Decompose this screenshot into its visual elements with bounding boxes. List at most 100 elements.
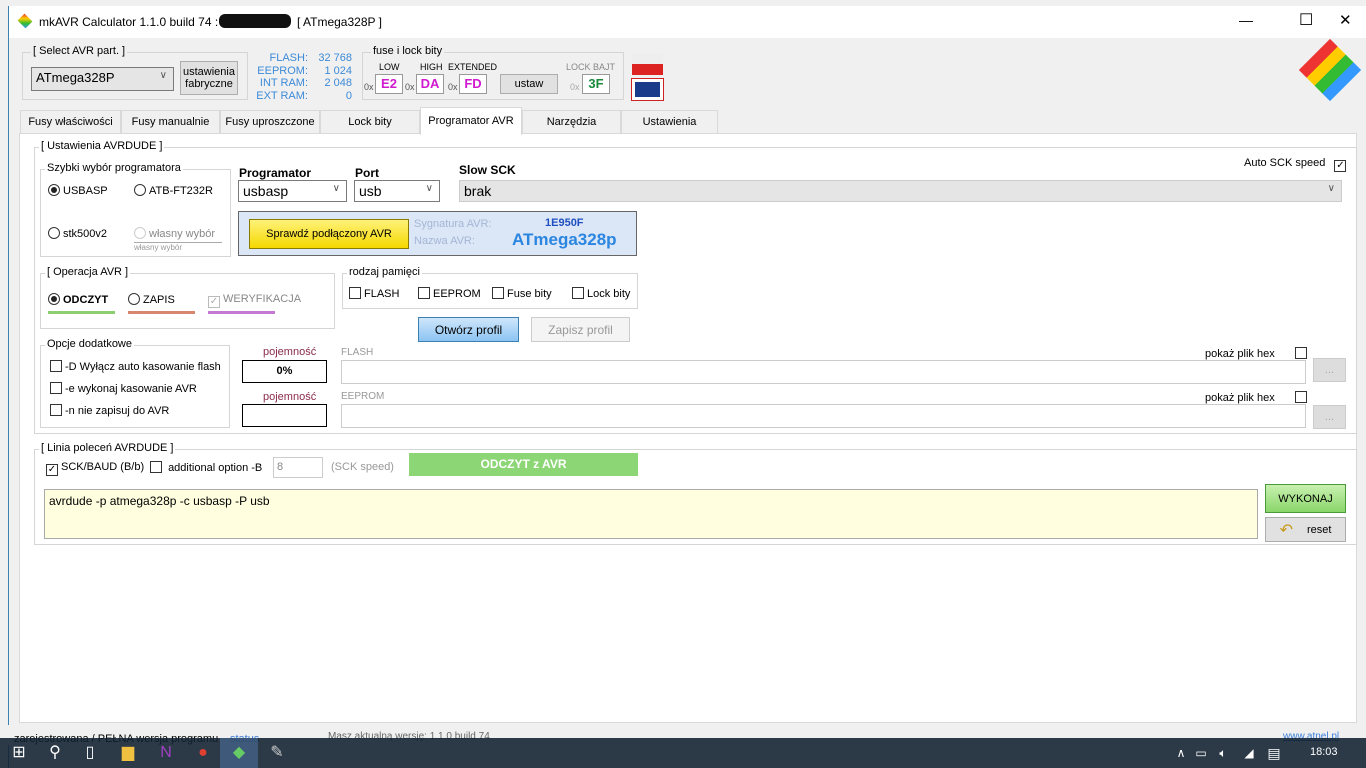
hex-prefix: 0x (364, 82, 374, 92)
search-icon[interactable]: ⚲ (44, 742, 66, 764)
save-profile-button: Zapisz profil (531, 317, 630, 342)
fuse-ext-field[interactable]: FD (459, 74, 487, 94)
radio-usbasp[interactable]: USBASP (48, 184, 108, 197)
avr-name-label: Nazwa AVR: (414, 235, 475, 247)
eeprom-file-field[interactable] (341, 404, 1306, 428)
radio-write[interactable]: ZAPIS (128, 293, 175, 306)
signature-value: 1E950F (545, 217, 584, 229)
hex-prefix: 0x (570, 82, 580, 92)
fuse-high-field[interactable]: DA (416, 74, 444, 94)
avr-part-select[interactable]: ATmega328P ∨ (31, 67, 174, 91)
show-hidden-icons-icon[interactable]: ∧ (1170, 742, 1192, 764)
factory-settings-button[interactable]: ustawienia fabryczne (180, 61, 238, 95)
low-label: LOW (379, 62, 400, 72)
chevron-down-icon: ∨ (159, 70, 167, 81)
programmer-select[interactable]: usbasp ∨ (238, 180, 347, 202)
hex-prefix: 0x (448, 82, 458, 92)
group-label: [ Operacja AVR ] (45, 266, 131, 278)
clock[interactable]: 18:03 (1310, 746, 1338, 758)
avr-name-value: ATmega328p (512, 230, 617, 249)
additional-option-checkbox[interactable]: additional option -B (150, 461, 262, 474)
lock-byte-field[interactable]: 3F (582, 74, 610, 94)
port-select[interactable]: usb ∨ (354, 180, 440, 202)
redacted-mark (219, 14, 291, 28)
browse-eeprom-button[interactable]: ... (1313, 405, 1346, 429)
close-button[interactable]: ✕ (1339, 11, 1352, 29)
undo-arrow-icon: ↶ (1279, 521, 1293, 539)
lock-bits-checkbox[interactable]: Lock bity (572, 287, 630, 300)
battery-icon[interactable]: ▭ (1190, 742, 1212, 764)
app-logo-icon (17, 13, 33, 29)
window-title: mkAVR Calculator 1.1.0 build 74 : (39, 15, 219, 29)
file-explorer-icon[interactable]: ▆ (117, 742, 139, 764)
chevron-down-icon: ∨ (425, 183, 433, 194)
title-bar: mkAVR Calculator 1.1.0 build 74 : [ ATme… (9, 6, 1366, 38)
chrome-icon[interactable]: ● (192, 742, 214, 764)
option-n-checkbox[interactable]: -n nie zapisuj do AVR (50, 404, 169, 417)
verify-indicator-bar (208, 311, 275, 314)
tab-fusy-wlasciwosci[interactable]: Fusy właściwości (20, 110, 121, 134)
port-label: Port (355, 166, 379, 180)
volume-icon[interactable]: 🔈︎ (1212, 742, 1234, 764)
signature-label: Sygnatura AVR: (414, 218, 492, 230)
eeprom-file-label: EEPROM (341, 391, 385, 402)
fuse-bits-checkbox[interactable]: Fuse bity (492, 287, 552, 300)
radio-atb-ft232r[interactable]: ATB-FT232R (134, 184, 213, 197)
notification-icon[interactable]: ▤ (1263, 742, 1285, 764)
minimize-button[interactable]: — (1239, 12, 1253, 28)
open-profile-button[interactable]: Otwórz profil (418, 317, 519, 342)
polish-flag-icon[interactable] (632, 53, 663, 75)
memory-info: FLASH: 32 768 EEPROM: 1 024 INT RAM: 2 048 … (256, 52, 352, 102)
mkavr-taskbar-icon[interactable]: ◆ (228, 742, 250, 764)
radio-stk500v2[interactable]: stk500v2 (48, 227, 107, 240)
flash-checkbox[interactable]: FLASH (349, 287, 399, 300)
tab-lock-bity[interactable]: Lock bity (320, 110, 420, 134)
tab-fusy-manualnie[interactable]: Fusy manualnie (121, 110, 220, 134)
capacity-label: pojemność (263, 346, 317, 358)
reset-button[interactable]: ↶ reset (1265, 517, 1346, 542)
group-label: [ Linia poleceń AVRDUDE ] (39, 442, 176, 454)
tab-fusy-uproszczone[interactable]: Fusy uproszczone (220, 110, 320, 134)
start-windows-icon[interactable]: ⊞ (8, 742, 30, 764)
group-label: Opcje dodatkowe (45, 338, 134, 350)
chevron-down-icon: ∨ (332, 183, 340, 194)
check-avr-button[interactable]: Sprawdź podłączony AVR (249, 219, 409, 249)
uk-flag-icon[interactable] (631, 78, 664, 101)
write-indicator-bar (128, 311, 195, 314)
tab-narzedzia[interactable]: Narzędzia (522, 110, 621, 134)
sck-speed-label: (SCK speed) (331, 461, 394, 473)
window-title-part: [ ATmega328P ] (297, 15, 382, 29)
group-label: Szybki wybór programatora (45, 162, 183, 174)
execute-button[interactable]: WYKONAJ (1265, 484, 1346, 513)
show-hex-flash-checkbox[interactable]: pokaż plik hex (1205, 347, 1310, 360)
sck-baud-checkbox[interactable]: ✓ SCK/BAUD (B/b) (46, 461, 144, 476)
fuse-low-field[interactable]: E2 (375, 74, 403, 94)
tab-ustawienia[interactable]: Ustawienia (621, 110, 718, 134)
lock-label: LOCK BAJT (566, 62, 616, 72)
eeprom-checkbox[interactable]: EEPROM (418, 287, 481, 300)
radio-read[interactable]: ODCZYT (48, 293, 108, 306)
task-view-icon[interactable]: ▯ (79, 742, 101, 764)
custom-programmer-field: własny wybór (134, 242, 222, 252)
option-d-checkbox[interactable]: -D Wyłącz auto kasowanie flash (50, 360, 221, 373)
show-hex-eeprom-checkbox[interactable]: pokaż plik hex (1205, 391, 1310, 404)
onenote-icon[interactable]: N (155, 742, 177, 764)
auto-sck-checkbox[interactable]: Auto SCK speed ✓ (1244, 157, 1349, 172)
group-label: [ Ustawienia AVRDUDE ] (39, 140, 165, 152)
maximize-button[interactable]: ☐ (1299, 10, 1313, 30)
command-textarea[interactable]: avrdude -p atmega328p -c usbasp -P usb (44, 489, 1258, 539)
browse-flash-button[interactable]: ... (1313, 358, 1346, 382)
flash-file-field[interactable] (341, 360, 1306, 384)
b-option-field[interactable]: 8 (273, 457, 323, 478)
programmer-label: Programator (239, 166, 312, 180)
paint-icon[interactable]: ✎ (266, 742, 288, 764)
read-indicator-bar (48, 311, 115, 314)
slow-sck-select[interactable]: brak ∨ (459, 180, 1342, 202)
tab-programator-avr[interactable]: Programator AVR (420, 107, 522, 135)
verify-checkbox[interactable]: ✓ WERYFIKACJA (208, 293, 301, 308)
ext-label: EXTENDED (448, 62, 498, 72)
set-fuse-button[interactable]: ustaw (500, 74, 558, 94)
flash-capacity: 0% (242, 360, 327, 383)
wifi-icon[interactable]: ◢ (1238, 742, 1260, 764)
option-e-checkbox[interactable]: -e wykonaj kasowanie AVR (50, 382, 197, 395)
